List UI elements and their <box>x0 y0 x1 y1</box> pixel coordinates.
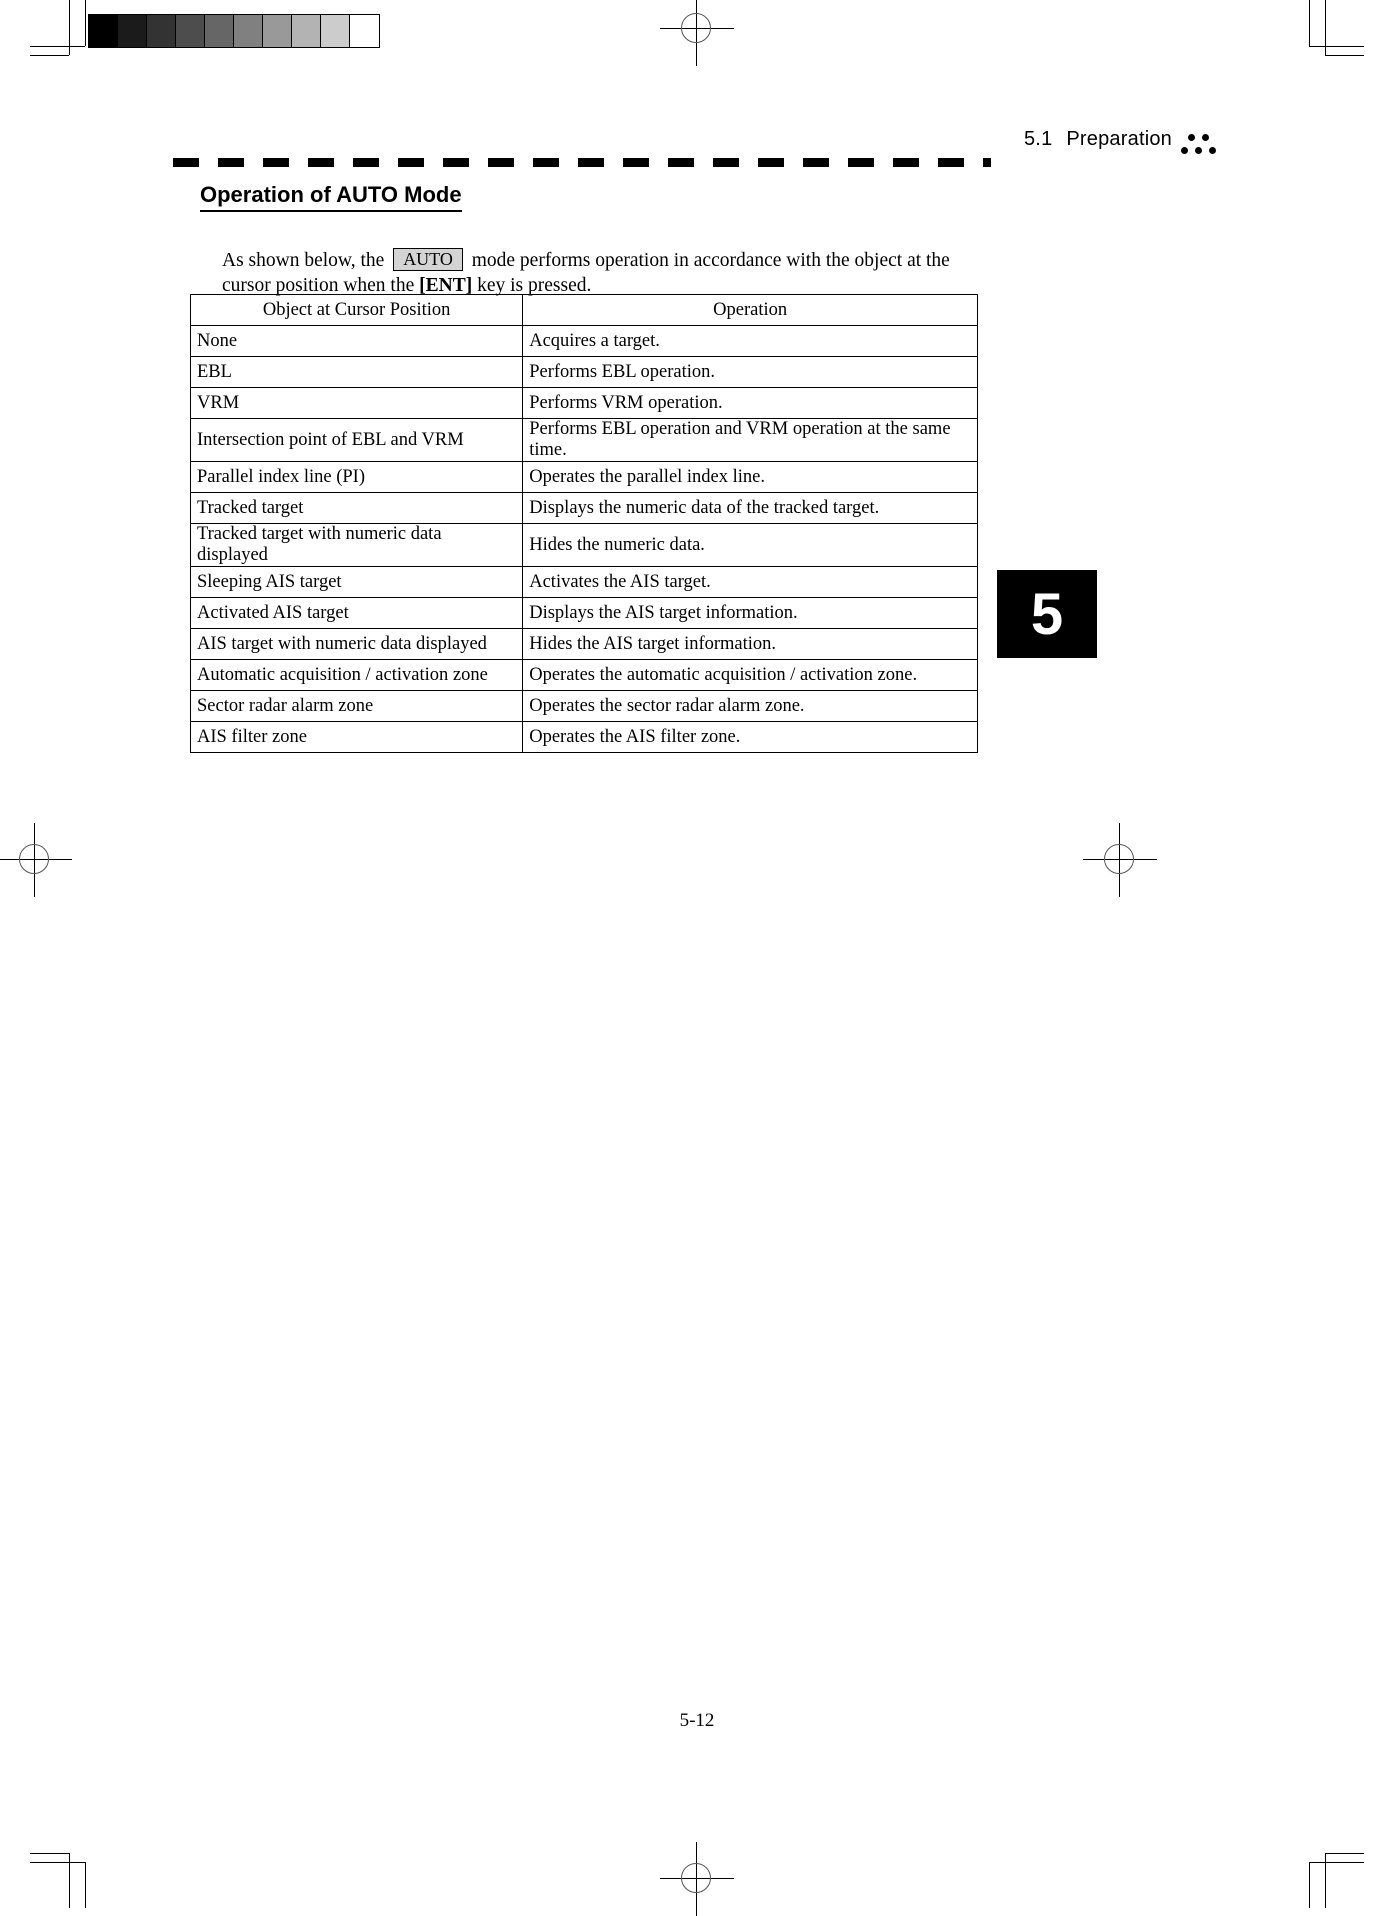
column-header-operation: Operation <box>522 294 978 326</box>
page-title: Operation of AUTO Mode <box>200 182 462 212</box>
registration-mark-bottom <box>660 1842 734 1916</box>
table-row: AIS filter zone Operates the AIS filter z… <box>189 721 978 753</box>
page-footer: 5-12 <box>0 1710 1394 1732</box>
cell-operation: Displays the numeric data of the tracked… <box>522 492 978 524</box>
table-body: None Acquires a target. EBL Performs EBL op… <box>189 325 978 753</box>
cell-object: AIS filter zone <box>189 721 524 753</box>
five-dots-icon <box>1178 132 1222 158</box>
auto-key-box[interactable]: AUTO <box>393 247 463 271</box>
table-row: Parallel index line (PI) Operates the par… <box>189 461 978 493</box>
gray-patch <box>118 15 147 47</box>
gray-patch <box>292 15 321 47</box>
crop-mark-bottom-left <box>30 1838 100 1908</box>
gray-patch <box>234 15 263 47</box>
registration-mark-right <box>1083 823 1157 897</box>
gray-patch <box>263 15 292 47</box>
cell-operation: Displays the AIS target information. <box>522 597 978 629</box>
table-row: Sleeping AIS target Activates the AIS tar… <box>189 566 978 598</box>
gray-patch <box>89 15 118 47</box>
crop-mark-bottom-right <box>1294 1838 1364 1908</box>
cell-operation: Performs EBL operation. <box>522 356 978 388</box>
cell-operation: Operates the parallel index line. <box>522 461 978 493</box>
table-header-row: Object at Cursor Position Operation <box>189 294 978 326</box>
registration-mark-left <box>0 823 72 897</box>
cell-object: Parallel index line (PI) <box>189 461 524 493</box>
grayscale-calibration-strip <box>88 14 380 48</box>
cell-object: Tracked target with numeric data display… <box>189 523 524 567</box>
cell-operation: Operates the AIS filter zone. <box>522 721 978 753</box>
header-section-number: 5.1 <box>1023 128 1053 150</box>
gray-patch <box>176 15 205 47</box>
table-row: VRM Performs VRM operation. <box>189 387 978 419</box>
cell-operation: Performs EBL operation and VRM operation… <box>522 418 978 462</box>
crop-mark-top-right <box>1294 0 1364 70</box>
gray-patch <box>350 15 379 47</box>
column-header-object: Object at Cursor Position <box>189 294 524 326</box>
table-row: Tracked target with numeric data display… <box>189 523 978 567</box>
chapter-tab-marker: 5 <box>997 570 1097 658</box>
cell-operation: Hides the numeric data. <box>522 523 978 567</box>
cell-object: None <box>189 325 524 357</box>
cell-operation: Acquires a target. <box>522 325 978 357</box>
intro-paragraph: As shown below, the AUTO mode performs o… <box>222 247 982 298</box>
registration-mark-top <box>660 0 734 66</box>
cell-operation: Operates the sector radar alarm zone. <box>522 690 978 722</box>
cell-object: Automatic acquisition / activation zone <box>189 659 524 691</box>
table-row: None Acquires a target. <box>189 325 978 357</box>
table-row: EBL Performs EBL operation. <box>189 356 978 388</box>
cell-operation: Performs VRM operation. <box>522 387 978 419</box>
page-header: 5.1 Preparation <box>0 128 1394 162</box>
header-section-title: Preparation <box>1066 128 1172 150</box>
header-title: 5.1 Preparation <box>1024 128 1172 151</box>
intro-text-part1: As shown below, the <box>222 249 385 271</box>
gray-patch <box>205 15 234 47</box>
cell-operation: Operates the automatic acquisition / act… <box>522 659 978 691</box>
table-row: Intersection point of EBL and VRM Perform… <box>189 418 978 462</box>
table-row: Automatic acquisition / activation zone O… <box>189 659 978 691</box>
intro-text-part3: key is pressed. <box>477 274 592 296</box>
cell-object: Tracked target <box>189 492 524 524</box>
table-row: Tracked target Displays the numeric data … <box>189 492 978 524</box>
page-number: 5-12 <box>679 1710 715 1731</box>
gray-patch <box>321 15 350 47</box>
cell-object: Intersection point of EBL and VRM <box>189 418 524 462</box>
cell-object: Sleeping AIS target <box>189 566 524 598</box>
cell-object: AIS target with numeric data displayed <box>189 628 524 660</box>
cell-object: Sector radar alarm zone <box>189 690 524 722</box>
cell-object: VRM <box>189 387 524 419</box>
ent-key-label: [ENT] <box>419 274 473 296</box>
gray-patch <box>147 15 176 47</box>
header-dashed-rule <box>173 158 991 167</box>
cell-object: EBL <box>189 356 524 388</box>
cell-operation: Hides the AIS target information. <box>522 628 978 660</box>
table-row: Sector radar alarm zone Operates the sect… <box>189 690 978 722</box>
cell-object: Activated AIS target <box>189 597 524 629</box>
auto-mode-operation-table: Object at Cursor Position Operation None… <box>189 294 978 753</box>
cell-operation: Activates the AIS target. <box>522 566 978 598</box>
table-row: Activated AIS target Displays the AIS tar… <box>189 597 978 629</box>
table-row: AIS target with numeric data displayed Hi… <box>189 628 978 660</box>
